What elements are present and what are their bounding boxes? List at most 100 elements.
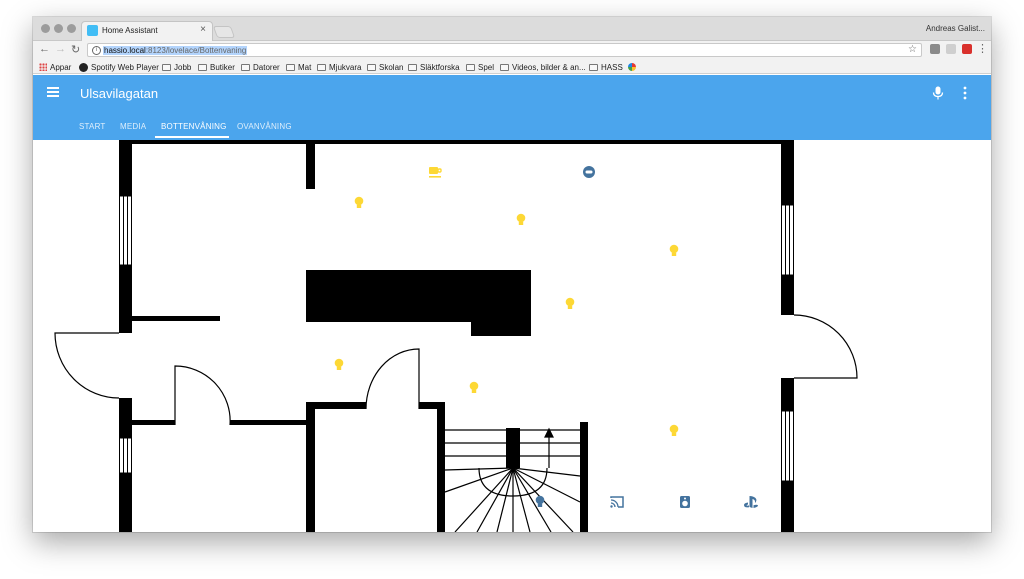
address-bar[interactable]: i hassio.local:8123/lovelace/Bottenvanin… [87,43,922,57]
bookmark-item[interactable]: Jobb [162,61,191,73]
bookmarks-bar: Appar Spotify Web Player Jobb Butiker Da… [33,60,991,74]
cast-icon[interactable] [610,496,624,508]
bookmark-item[interactable]: Spotify Web Player [79,61,159,73]
bookmark-item[interactable]: Datorer [241,61,280,73]
lightbulb-icon[interactable] [669,244,679,256]
bookmark-item[interactable]: Appar [39,61,71,73]
close-tab-icon[interactable]: × [200,24,206,35]
url-text[interactable]: hassio.local:8123/lovelace/Bottenvaning [103,46,248,55]
bookmark-label: Appar [50,62,72,72]
url-path: :8123/lovelace/Bottenvaning [145,46,247,55]
wall [781,140,794,205]
lightbulb-icon[interactable] [354,196,364,208]
folder-icon [198,63,207,71]
maximize-window-button[interactable] [67,24,76,33]
reload-icon[interactable]: ↻ [71,43,80,56]
lightbulb-icon[interactable] [469,381,479,393]
folder-icon [162,63,171,71]
folder-icon [241,63,250,71]
microphone-icon[interactable] [932,86,944,100]
profile-name[interactable]: Andreas Galist... [926,24,985,33]
wall [132,140,781,144]
wall [580,422,588,532]
close-window-button[interactable] [41,24,50,33]
more-options-icon[interactable] [962,86,968,100]
floorplan-drawing [54,140,858,532]
wall [781,275,794,315]
lightbulb-icon[interactable] [516,213,526,225]
bookmark-item[interactable]: Butiker [198,61,235,73]
speaker-icon[interactable] [680,496,690,508]
home-assistant-favicon-icon [87,25,98,36]
bookmark-label: Spotify Web Player [91,62,159,72]
bookmark-label: Videos, bilder & an... [512,62,586,72]
bookmark-item[interactable] [628,61,636,73]
tab-ovanvaning[interactable]: OVANVÅNING [237,122,292,131]
door [365,348,420,410]
robot-vacuum-icon[interactable] [583,166,595,178]
lightbulb-icon[interactable] [565,297,575,309]
wall [132,420,175,425]
extension-cast-icon[interactable] [946,44,956,54]
tab-bottenvaning[interactable]: BOTTENVÅNING [161,122,227,131]
bookmark-item[interactable]: Videos, bilder & an... [500,61,586,73]
info-icon[interactable]: i [92,46,101,55]
colorful-bookmark-icon [628,63,636,71]
apps-grid-icon [39,63,47,71]
wall [315,402,366,409]
wall [471,322,531,336]
bookmark-label: Mat [298,62,312,72]
wall [781,481,794,532]
app-header: Ulsavilagatan START MEDIA BOTTENVÅNING O… [33,75,991,140]
forward-arrow-icon[interactable]: → [55,43,66,55]
browser-window: Home Assistant × Andreas Galist... ← → ↻… [33,17,991,532]
extension-shield-icon[interactable] [930,44,940,54]
bookmark-label: Släktforska [420,62,460,72]
bookmark-label: Butiker [210,62,235,72]
playstation-icon[interactable] [744,496,758,508]
bookmark-label: Spel [478,62,495,72]
wall [306,270,531,322]
browser-toolbar: ← → ↻ i hassio.local:8123/lovelace/Botte… [33,41,991,60]
active-tab-indicator [155,136,229,138]
back-arrow-icon[interactable]: ← [39,43,50,55]
hamburger-menu-icon[interactable] [47,87,60,98]
bookmark-label: Mjukvara [329,62,362,72]
browser-tab[interactable]: Home Assistant × [81,21,213,41]
bookmark-item[interactable]: HASS [589,61,623,73]
folder-icon [589,63,598,71]
lightbulb-icon[interactable] [334,358,344,370]
tab-start[interactable]: START [79,122,105,131]
wall [119,398,132,438]
bookmark-item[interactable]: Spel [466,61,494,73]
extension-ublock-icon[interactable] [962,44,972,54]
wall [119,140,132,196]
new-tab-button[interactable] [212,26,236,38]
wall [119,265,132,333]
bookmark-item[interactable]: Skolan [367,61,403,73]
folder-icon [286,63,295,71]
lightbulb-icon[interactable] [535,495,545,507]
folder-icon [317,63,326,71]
tab-title: Home Assistant [102,26,158,35]
wall [119,473,132,532]
minimize-window-button[interactable] [54,24,63,33]
browser-tab-bar: Home Assistant × Andreas Galist... [33,17,991,41]
door [793,314,858,379]
bookmark-item[interactable]: Släktforska [408,61,460,73]
folder-icon [500,63,509,71]
folder-icon [466,63,475,71]
bookmark-item[interactable]: Mat [286,61,311,73]
floorplan-entities [334,166,758,508]
wall [132,316,220,321]
url-host: hassio.local [104,46,146,55]
tab-media[interactable]: MEDIA [120,122,146,131]
coffee-icon[interactable] [429,167,442,178]
browser-menu-icon[interactable]: ⋮ [977,42,988,55]
wall [230,420,306,425]
floorplan-doors [54,314,858,426]
lightbulb-icon[interactable] [669,424,679,436]
bookmark-star-icon[interactable]: ☆ [908,44,917,55]
bookmark-item[interactable]: Mjukvara [317,61,361,73]
door [54,332,120,399]
